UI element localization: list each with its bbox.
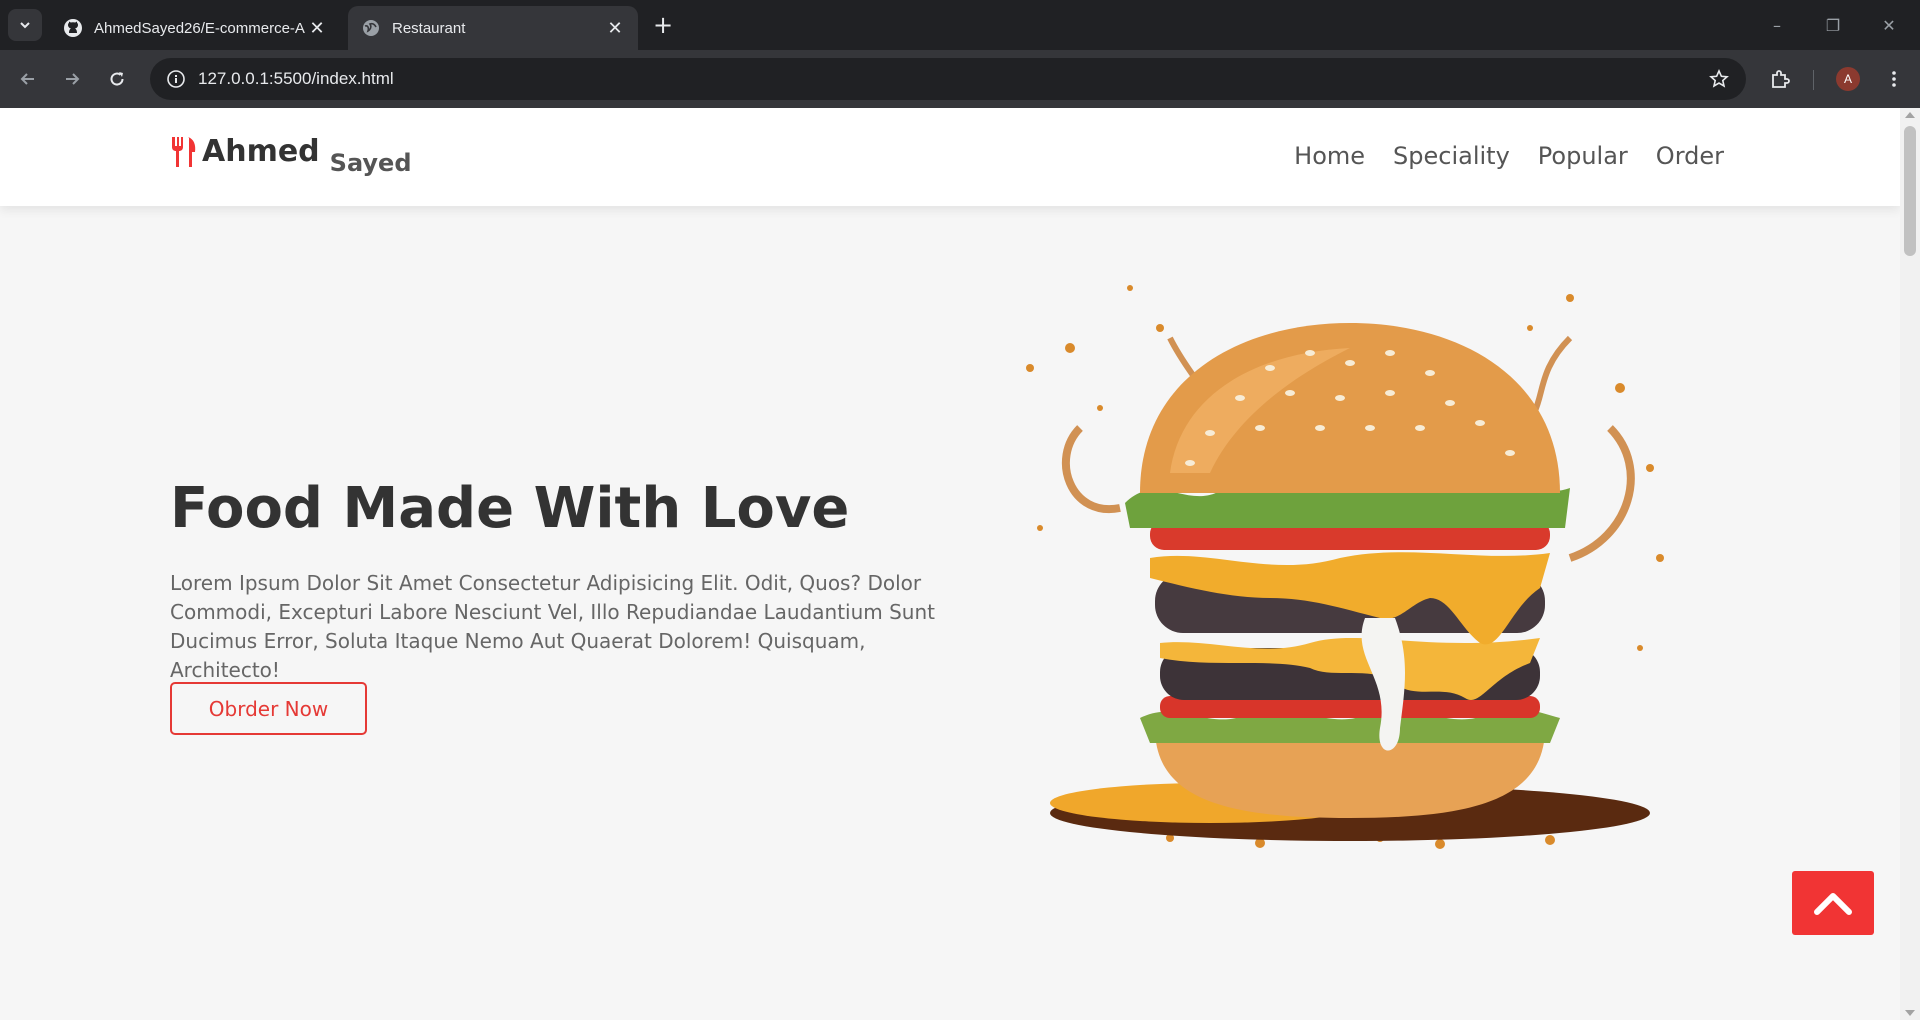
arrow-right-icon — [66, 73, 80, 85]
scroll-up-arrow-icon[interactable] — [1905, 112, 1915, 118]
tab-title: AhmedSayed26/E-commerce-A — [94, 19, 305, 37]
browser-toolbar: 127.0.0.1:5500/index.html A — [0, 50, 1920, 108]
more-vert-icon — [1892, 71, 1896, 87]
minimize-icon[interactable]: – — [1754, 10, 1800, 40]
site-info-icon[interactable] — [154, 58, 198, 100]
extensions-button[interactable] — [1764, 63, 1796, 95]
order-now-button[interactable]: Obrder Now — [170, 682, 367, 735]
logo-main-text: Ahmed — [202, 134, 320, 169]
page-viewport: Ahmed Sayed Home Speciality Popular Orde… — [0, 108, 1900, 1020]
close-icon[interactable]: ✕ — [604, 17, 626, 39]
chevron-down-icon — [20, 22, 30, 29]
site-logo[interactable]: Ahmed Sayed — [170, 134, 412, 177]
toolbar-divider — [1813, 70, 1814, 90]
window-close-icon[interactable]: ✕ — [1866, 10, 1912, 40]
scroll-to-top-button[interactable] — [1792, 871, 1874, 935]
arrow-left-icon — [20, 73, 34, 85]
restore-icon[interactable]: ❐ — [1810, 10, 1856, 40]
globe-icon — [360, 17, 382, 39]
profile-avatar[interactable]: A — [1836, 67, 1860, 91]
hero-description: Lorem Ipsum Dolor Sit Amet Consectetur A… — [170, 571, 935, 682]
tab-title: Restaurant — [392, 19, 466, 37]
tab-search-button[interactable] — [8, 9, 42, 41]
nav-speciality[interactable]: Speciality — [1393, 142, 1510, 170]
main-nav: Home Speciality Popular Order — [1294, 142, 1724, 170]
tab-strip: AhmedSayed26/E-commerce-A ✕ Restaurant ✕… — [0, 0, 1920, 50]
reload-icon — [110, 72, 124, 86]
puzzle-icon — [1772, 70, 1790, 88]
back-button[interactable] — [12, 63, 44, 95]
new-tab-button[interactable]: + — [648, 10, 678, 40]
bookmark-star-icon[interactable] — [1706, 66, 1732, 92]
page-scrollbar[interactable] — [1900, 108, 1920, 1020]
scroll-down-arrow-icon[interactable] — [1905, 1010, 1915, 1016]
scrollbar-thumb[interactable] — [1904, 126, 1916, 256]
chevron-up-icon — [1814, 893, 1852, 915]
github-icon — [62, 17, 84, 39]
burger-image — [1026, 285, 1664, 849]
hero-title: Food Made With Love — [170, 476, 850, 541]
nav-order[interactable]: Order — [1656, 142, 1724, 170]
tab-restaurant[interactable]: Restaurant ✕ — [348, 6, 638, 50]
site-header: Ahmed Sayed Home Speciality Popular Orde… — [0, 108, 1900, 206]
reload-button[interactable] — [101, 63, 133, 95]
forward-button[interactable] — [56, 63, 88, 95]
logo-sub-text: Sayed — [329, 149, 412, 177]
nav-home[interactable]: Home — [1294, 142, 1365, 170]
address-bar[interactable]: 127.0.0.1:5500/index.html — [150, 58, 1746, 100]
tab-github[interactable]: AhmedSayed26/E-commerce-A ✕ — [50, 6, 340, 50]
url-text: 127.0.0.1:5500/index.html — [198, 69, 394, 88]
close-icon[interactable]: ✕ — [306, 17, 328, 39]
nav-popular[interactable]: Popular — [1538, 142, 1628, 170]
browser-menu-button[interactable] — [1878, 63, 1910, 95]
utensils-icon — [172, 137, 196, 167]
